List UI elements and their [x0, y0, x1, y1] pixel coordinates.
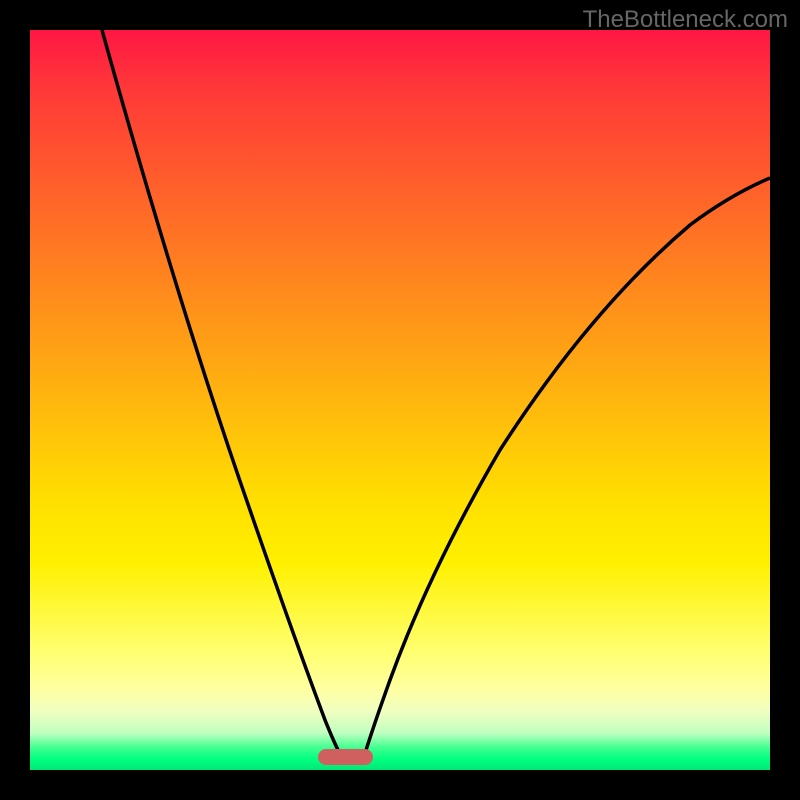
optimum-marker — [318, 749, 373, 765]
bottleneck-curves — [30, 30, 770, 770]
right-curve — [363, 178, 770, 760]
chart-container: TheBottleneck.com — [0, 0, 800, 800]
left-curve — [102, 30, 343, 760]
attribution-label: TheBottleneck.com — [583, 6, 788, 34]
plot-area — [30, 30, 770, 770]
